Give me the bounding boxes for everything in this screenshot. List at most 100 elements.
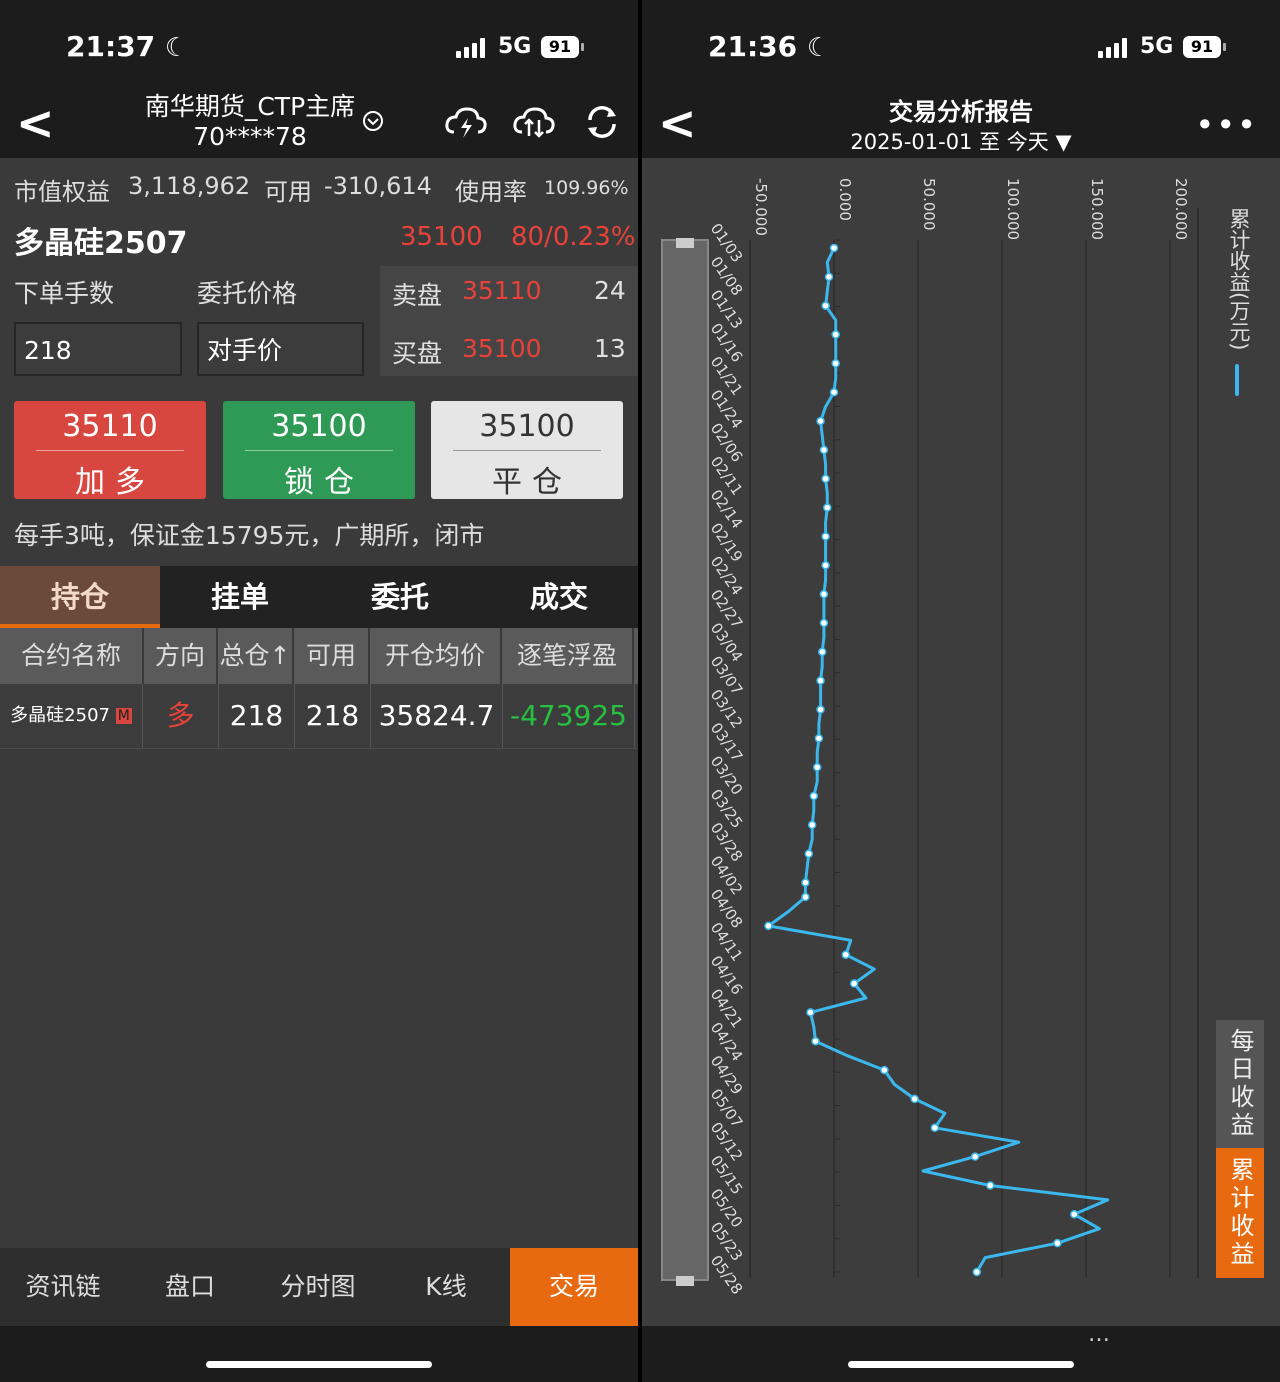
y-tick-label: 150.000: [1088, 178, 1106, 240]
data-point[interactable]: [823, 503, 832, 512]
data-point[interactable]: [816, 676, 825, 685]
ask-price[interactable]: 35110: [462, 276, 542, 305]
data-point[interactable]: [972, 1267, 982, 1277]
data-point[interactable]: [1069, 1210, 1079, 1219]
date-range-selector[interactable]: 2025-01-01 至 今天 ▼: [642, 126, 1280, 156]
table-row[interactable]: 多晶硅2507 M 多 218 218 35824.7 -473925: [0, 684, 638, 749]
data-point[interactable]: [930, 1123, 940, 1133]
data-point[interactable]: [831, 359, 840, 368]
data-point[interactable]: [806, 1008, 815, 1017]
page-title: 交易分析报告: [889, 98, 1033, 126]
tab-orders[interactable]: 委托: [320, 566, 480, 628]
data-point[interactable]: [985, 1181, 995, 1190]
nav-kline[interactable]: K线: [382, 1248, 510, 1326]
data-point[interactable]: [811, 1036, 820, 1046]
data-point[interactable]: [812, 762, 822, 772]
chart-zoom-slider[interactable]: [661, 239, 709, 1281]
data-point[interactable]: [816, 416, 825, 426]
tab-positions[interactable]: 持仓: [0, 566, 160, 628]
network-type: 5G: [1140, 34, 1174, 59]
data-point[interactable]: [764, 921, 773, 931]
row-contract: 多晶硅2507 M: [0, 684, 143, 748]
data-point[interactable]: [819, 589, 829, 599]
data-point[interactable]: [819, 618, 829, 628]
refresh-icon[interactable]: [578, 100, 626, 144]
home-area: [0, 1326, 638, 1382]
col-contract[interactable]: 合约名称: [0, 628, 144, 684]
row-total: 218: [219, 684, 295, 748]
data-point[interactable]: [816, 705, 825, 714]
bottom-nav: 资讯链 盘口 分时图 K线 交易: [0, 1248, 638, 1326]
product-name[interactable]: 多晶硅2507: [14, 218, 188, 262]
bid-price[interactable]: 35100: [462, 334, 542, 363]
data-point[interactable]: [817, 647, 827, 657]
data-point[interactable]: [829, 243, 839, 253]
equity-value: 3,118,962: [128, 172, 251, 200]
y-tick-label: 100.000: [1004, 178, 1022, 240]
watermark: …: [1088, 1322, 1110, 1347]
y-tick-label: 50.000: [920, 178, 938, 231]
data-point[interactable]: [821, 532, 830, 541]
back-button[interactable]: <: [16, 98, 55, 148]
data-point[interactable]: [970, 1152, 980, 1161]
add-long-button[interactable]: 35110 加多: [14, 401, 206, 500]
order-book: 卖盘 35110 24 买盘 35100 13: [380, 266, 638, 376]
cloud-sync-icon[interactable]: [510, 100, 558, 144]
sort-up-icon: ↑: [269, 641, 291, 670]
data-point[interactable]: [880, 1065, 889, 1075]
data-point[interactable]: [831, 330, 840, 339]
cloud-lightning-icon[interactable]: [442, 100, 490, 144]
nav-news[interactable]: 资讯链: [0, 1248, 126, 1326]
equity-label: 市值权益: [14, 178, 110, 206]
data-point[interactable]: [841, 950, 851, 959]
more-icon[interactable]: •••: [1195, 106, 1258, 144]
row-avg-price: 35824.7: [371, 684, 503, 748]
usage-value: 109.96%: [544, 177, 629, 199]
add-long-label: 加多: [75, 465, 155, 500]
data-point[interactable]: [849, 979, 859, 988]
home-indicator[interactable]: [848, 1361, 1074, 1368]
bid-label: 买盘: [392, 339, 443, 368]
daily-pnl-button[interactable]: 每日收益: [1216, 1020, 1264, 1148]
nav-orderbook[interactable]: 盘口: [126, 1248, 254, 1326]
tab-trades[interactable]: 成交: [480, 566, 638, 628]
data-point[interactable]: [821, 561, 830, 570]
col-avg-price[interactable]: 开仓均价: [370, 628, 502, 684]
product-row: 多晶硅2507 35100 80/0.23%: [0, 214, 638, 264]
col-direction[interactable]: 方向: [144, 628, 218, 684]
nav-intraday[interactable]: 分时图: [254, 1248, 382, 1326]
data-point[interactable]: [910, 1094, 919, 1104]
tab-pending[interactable]: 挂单: [160, 566, 320, 628]
col-pnl[interactable]: 逐笔浮盈: [502, 628, 634, 684]
status-bar: 21:37 ☾ 5G 91: [0, 0, 638, 88]
data-point[interactable]: [819, 445, 829, 455]
account-selector[interactable]: 南华期货_CTP主席 70****78: [120, 92, 380, 152]
data-point[interactable]: [821, 474, 830, 484]
qty-input[interactable]: 218: [14, 322, 182, 376]
data-point[interactable]: [801, 878, 810, 887]
qty-label: 下单手数: [14, 279, 115, 308]
chevron-down-icon[interactable]: [362, 110, 384, 136]
data-point[interactable]: [804, 849, 814, 858]
cumulative-pnl-button[interactable]: 累计收益: [1216, 1148, 1264, 1278]
nav-trade[interactable]: 交易: [510, 1248, 638, 1326]
home-indicator[interactable]: [206, 1361, 432, 1368]
data-point[interactable]: [807, 820, 817, 830]
data-point[interactable]: [814, 734, 824, 743]
slider-handle-top[interactable]: [676, 238, 694, 248]
col-available[interactable]: 可用: [294, 628, 370, 684]
col-total[interactable]: 总仓↑: [218, 628, 294, 684]
data-point[interactable]: [821, 301, 830, 310]
data-point[interactable]: [801, 892, 810, 902]
price-type-label: 委托价格: [197, 279, 298, 308]
price-type-input[interactable]: 对手价: [197, 322, 364, 376]
slider-handle-bottom[interactable]: [676, 1276, 694, 1286]
data-point[interactable]: [809, 791, 819, 801]
lock-position-button[interactable]: 35100 锁仓: [223, 401, 415, 500]
data-point[interactable]: [1053, 1238, 1062, 1248]
data-point[interactable]: [829, 387, 839, 397]
bid-volume: 13: [594, 334, 626, 363]
data-point[interactable]: [824, 272, 834, 282]
close-position-button[interactable]: 35100 平仓: [431, 401, 623, 500]
row-direction: 多: [143, 684, 219, 748]
